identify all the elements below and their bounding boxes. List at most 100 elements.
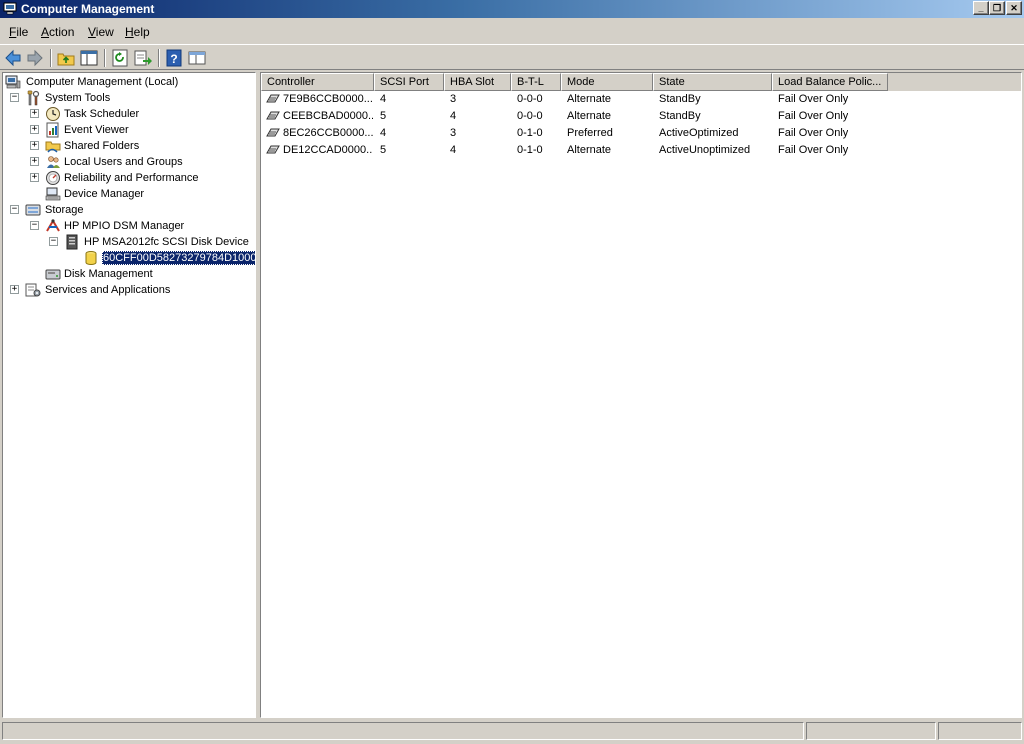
cell-policy: Fail Over Only [778,127,849,139]
cell-controller: CEEBCBAD0000... [283,110,373,122]
show-hide-tree-icon[interactable] [79,48,99,68]
cell-controller: 7E9B6CCB0000... [283,93,373,105]
cell-policy: Fail Over Only [778,110,849,122]
cell-mode: Alternate [567,144,612,156]
console-tree[interactable]: Computer Management (Local) − System Too… [2,72,256,718]
collapse-icon[interactable]: − [10,93,19,102]
expand-icon[interactable]: + [30,109,39,118]
minimize-button[interactable]: _ [973,1,989,15]
up-folder-icon[interactable] [56,48,76,68]
computer-management-icon [5,75,21,89]
users-icon [47,156,60,168]
menu-file[interactable]: File [9,25,28,39]
computer-management-icon [3,2,17,15]
cell-controller: 8EC26CCB0000... [283,127,373,139]
refresh-icon[interactable] [110,48,130,68]
status-bar [0,720,1024,744]
cell-policy: Fail Over Only [778,144,849,156]
menu-action[interactable]: Action [41,25,74,39]
tree-label: System Tools [45,92,111,104]
tree-label: HP MSA2012fc SCSI Disk Device [84,236,249,248]
tree-label: HP MPIO DSM Manager [64,220,185,232]
help-icon[interactable]: ? [164,48,184,68]
column-state[interactable]: State [653,73,772,91]
cell-btl: 0-1-0 [517,144,543,156]
column-hba-slot[interactable]: HBA Slot [444,73,511,91]
shared-folder-icon [45,141,61,153]
tree-label: Services and Applications [45,284,171,296]
forward-icon[interactable] [25,48,45,68]
restore-button[interactable]: ❐ [989,1,1005,15]
tree-label: Task Scheduler [64,108,140,120]
column-mode[interactable]: Mode [561,73,653,91]
cell-btl: 0-0-0 [517,110,543,122]
column-scsi-port[interactable]: SCSI Port [374,73,444,91]
cell-hba-slot: 4 [450,144,457,156]
expand-icon[interactable]: + [30,125,39,134]
cell-hba-slot: 3 [450,93,457,105]
tree-label: Event Viewer [64,124,129,136]
services-icon [25,283,41,297]
export-list-icon[interactable] [133,48,153,68]
controller-icon [266,128,280,137]
tree-label: Device Manager [64,188,145,200]
properties-icon[interactable] [187,48,207,68]
cell-btl: 0-1-0 [517,127,543,139]
expand-icon[interactable]: + [10,285,19,294]
collapse-icon[interactable]: − [10,205,19,214]
table-row[interactable]: CEEBCBAD0000... 5 4 0-0-0 Alternate Stan… [261,108,1021,125]
cell-scsi-port: 4 [380,93,387,105]
details-list[interactable]: Controller SCSI Port HBA Slot B-T-L Mode… [260,72,1022,718]
controller-icon [266,111,280,120]
menu-help[interactable]: Help [125,25,150,39]
cell-mode: Alternate [567,110,612,122]
cell-btl: 0-0-0 [517,93,543,105]
close-button[interactable]: ✕ [1006,1,1022,15]
controller-icon [266,94,280,103]
menu-view[interactable]: View [88,25,114,39]
tree-label: Shared Folders [64,140,140,152]
column-load-balance-policy[interactable]: Load Balance Polic... [772,73,888,91]
expand-icon[interactable]: + [30,157,39,166]
table-row[interactable]: 7E9B6CCB0000... 4 3 0-0-0 Alternate Stan… [261,91,1021,108]
table-row[interactable]: 8EC26CCB0000... 4 3 0-1-0 Preferred Acti… [261,125,1021,142]
cell-hba-slot: 4 [450,110,457,122]
cell-controller: DE12CCAD0000... [283,144,373,156]
cell-policy: Fail Over Only [778,93,849,105]
column-btl[interactable]: B-T-L [511,73,561,91]
device-manager-icon [45,187,61,201]
cell-state: StandBy [659,110,701,122]
table-row[interactable]: DE12CCAD0000... 5 4 0-1-0 Alternate Acti… [261,142,1021,159]
status-panel-3 [938,722,1022,740]
cell-scsi-port: 5 [380,110,387,122]
collapse-icon[interactable]: − [30,221,39,230]
cell-scsi-port: 5 [380,144,387,156]
tree-label: Local Users and Groups [64,156,183,168]
tree-label: 60CFF00D58273279784D1000 [102,251,256,265]
window-title: Computer Management [21,2,155,16]
collapse-icon[interactable]: − [49,237,58,246]
disk-device-icon [66,234,78,250]
tree-label: Reliability and Performance [64,172,199,184]
disk-management-icon [45,269,61,280]
tree-label: Storage [45,204,84,216]
controller-icon [266,145,280,154]
cell-scsi-port: 4 [380,127,387,139]
back-icon[interactable] [3,48,23,68]
expand-icon[interactable]: + [30,141,39,150]
tree-label: Computer Management (Local) [26,76,179,88]
cell-state: StandBy [659,93,701,105]
menu-bar: File Action View Help [0,22,1024,42]
title-bar[interactable]: Computer Management _ ❐ ✕ [0,0,1024,18]
status-panel-2 [806,722,936,740]
cell-mode: Alternate [567,93,612,105]
column-controller[interactable]: Controller [261,73,374,91]
storage-icon [25,204,41,216]
cell-mode: Preferred [567,127,613,139]
svg-text:?: ? [170,52,177,66]
disk-icon [85,251,97,265]
cell-state: ActiveOptimized [659,127,739,139]
list-header: Controller SCSI Port HBA Slot B-T-L Mode… [261,73,1021,91]
expand-icon[interactable]: + [30,173,39,182]
clock-icon [46,107,60,121]
